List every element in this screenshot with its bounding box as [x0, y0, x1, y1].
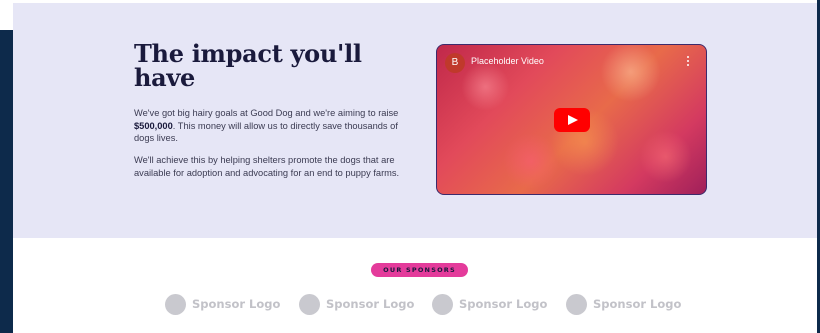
sponsor-logo[interactable]: Sponsor Logo	[566, 293, 681, 315]
sponsor-logo-label: Sponsor Logo	[459, 297, 548, 311]
sponsor-logo[interactable]: Sponsor Logo	[432, 293, 547, 315]
sponsor-logo-icon	[566, 293, 587, 315]
sponsor-logo-icon	[432, 293, 453, 315]
sponsors-badge: OUR SPONSORS	[371, 263, 468, 277]
impact-paragraph-1-end: . This money will allow us to directly s…	[134, 120, 398, 144]
impact-section: The impact you'll have We've got big hai…	[13, 3, 817, 238]
sponsor-logo-label: Sponsor Logo	[593, 297, 682, 311]
impact-paragraph-2: We'll achieve this by helping shelters p…	[134, 155, 400, 178]
sponsor-logo-icon	[165, 293, 186, 315]
channel-avatar[interactable]: B	[445, 53, 465, 73]
fundraising-goal: $500,000	[134, 120, 173, 131]
kebab-menu-icon[interactable]	[687, 56, 690, 68]
sponsor-logo[interactable]: Sponsor Logo	[299, 293, 414, 315]
page: The impact you'll have We've got big hai…	[0, 0, 820, 333]
youtube-play-icon[interactable]	[554, 108, 590, 132]
left-frame-border	[0, 30, 13, 333]
impact-paragraph-1-start: We've got big hairy goals at Good Dog an…	[134, 108, 399, 118]
impact-title: The impact you'll have	[134, 39, 362, 92]
video-title[interactable]: Placeholder Video	[471, 56, 544, 66]
video-player[interactable]: B Placeholder Video	[436, 44, 707, 195]
sponsor-logo[interactable]: Sponsor Logo	[165, 293, 280, 315]
sponsor-logo-icon	[299, 293, 320, 315]
sponsor-logo-label: Sponsor Logo	[326, 297, 415, 311]
impact-paragraph-1: We've got big hairy goals at Good Dog an…	[134, 107, 409, 145]
sponsor-logo-label: Sponsor Logo	[192, 297, 281, 311]
